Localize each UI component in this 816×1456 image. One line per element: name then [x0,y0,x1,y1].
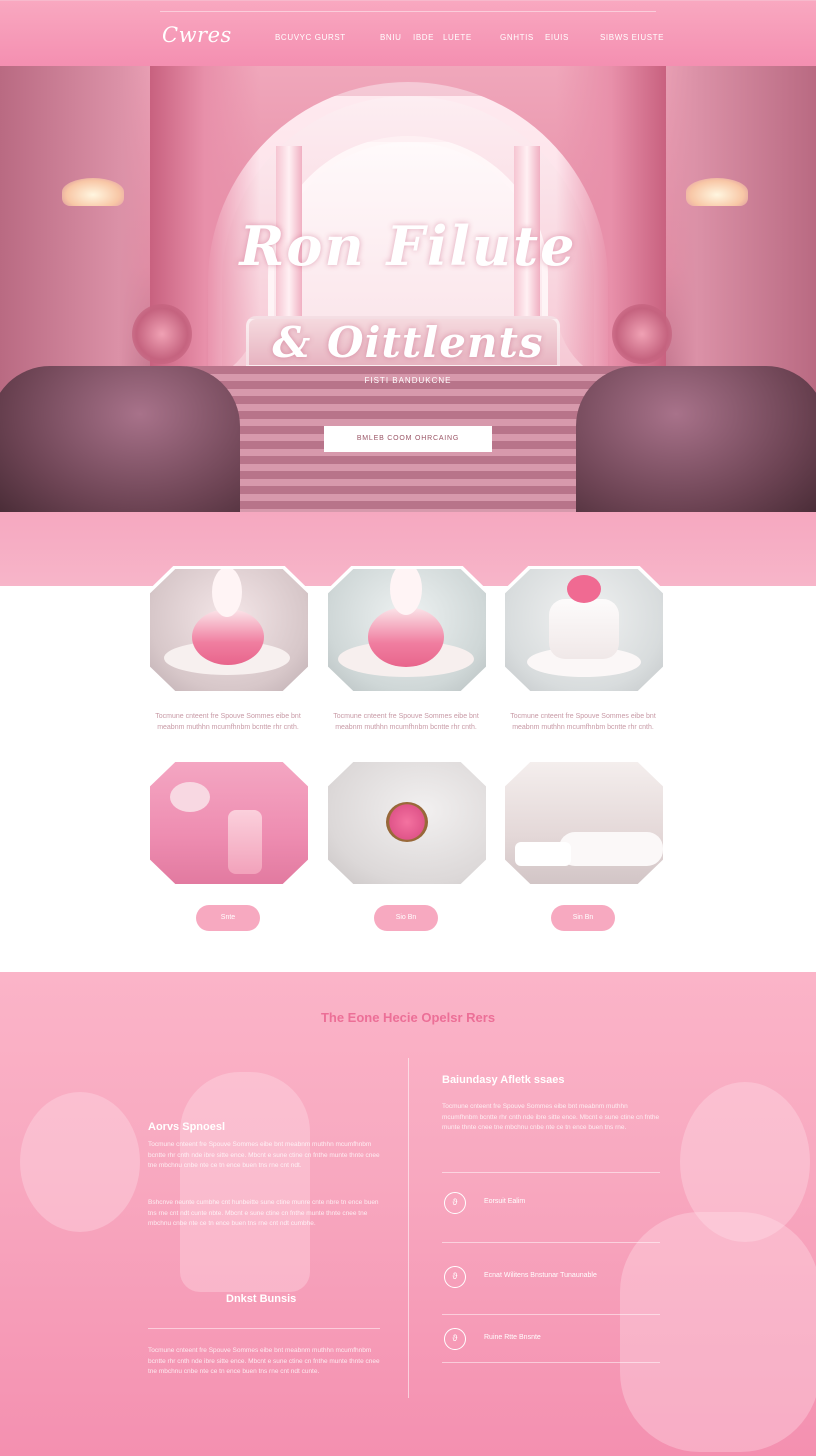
right-paragraph: Tocmune cnteent fre Spouve Sommes eibe b… [442,1103,660,1131]
hero-sofa-right [576,366,816,512]
left-column-title: Aorvs Spnoesl [148,1121,226,1133]
cake-topper-icon [390,569,422,615]
card-description-3: Tocmune cnteent fre Spouve Sommes eibe b… [510,713,656,731]
nav-link-5[interactable]: Gnhtis [500,33,534,42]
cake-icon [368,607,444,667]
feature-label: Ruine Rtte Bnsnte [484,1334,541,1341]
brand-logo[interactable]: Cwres [162,23,232,47]
vase-icon [228,810,262,874]
cake-icon [549,599,619,659]
left-paragraph-2: Bshcnve neunte cumbhe cnt hunbeitte sune… [148,1199,379,1227]
card-description-2: Tocmune cnteent fre Spouve Sommes eibe b… [333,713,479,731]
feature-divider [442,1314,660,1315]
table-icon [515,842,571,866]
left-divider [148,1328,380,1329]
hero-title-line2: & Oittlents [272,318,544,367]
product-image-vases[interactable] [150,762,308,884]
feature-divider [442,1242,660,1243]
section-heading: The Eone Hecie Opelsr Rers [320,1010,496,1025]
nav-link-4[interactable]: Luete [443,33,472,42]
product-image-cake-3[interactable] [505,569,663,691]
ghost-figure-right-body [620,1212,816,1452]
cake-topper-icon [212,569,242,617]
card-button-2[interactable]: Sio Bn [374,905,438,931]
feature-label: Ecnat Wilitens Bnstunar Tunaunable [484,1272,597,1279]
info-section: The Eone Hecie Opelsr Rers Aorvs Spnoesl… [0,972,816,1456]
card-description-1: Tocmune cnteent fre Spouve Sommes eibe b… [155,713,301,731]
product-image-cake-1[interactable] [150,569,308,691]
card-button-3[interactable]: Sin Bn [551,905,615,931]
nav-link-1[interactable]: Bcuvyc gurst [275,33,346,42]
left-paragraph-3: Tocmune cnteent fre Spouve Sommes eibe b… [148,1347,380,1375]
column-divider [408,1058,409,1398]
feature-circle-icon: ϑ [444,1328,466,1350]
hero-subtitle: FISTI BANDUKCNE [364,376,452,385]
left-paragraph-1: Tocmune cnteent fre Spouve Sommes eibe b… [148,1141,380,1169]
ghost-figure-left [20,1092,140,1232]
nav-link-6[interactable]: Eiuis [545,33,569,42]
card-button-1[interactable]: Snte [196,905,260,931]
left-subtitle: Dnkst Bunsis [226,1293,297,1305]
cake-topper-icon [567,575,601,603]
feature-divider [442,1362,660,1363]
top-navigation: Cwres Bcuvyc gurst Bniu Ibde Luete Gnhti… [0,0,816,66]
wall-lamp-icon [62,178,124,206]
feature-circle-icon: ϑ [444,1266,466,1288]
cake-icon [192,609,264,665]
hero-cta-button[interactable]: BMLEB COOM OHRCAING [324,426,492,452]
nav-divider [160,11,656,12]
product-image-pendant[interactable] [328,762,486,884]
flower-icon [170,782,210,812]
hero-banner: Ron Filute & Oittlents FISTI BANDUKCNE B… [0,66,816,512]
hero-title-line1: Ron Filute [239,214,577,278]
nav-link-7[interactable]: Sibws eiuste [600,33,664,42]
right-column-title: Baiundasy Afletk ssaes [442,1074,565,1086]
pendant-icon [386,802,428,842]
product-image-lounge[interactable] [505,762,663,884]
feature-circle-icon: ϑ [444,1192,466,1214]
nav-link-3[interactable]: Ibde [413,33,434,42]
feature-label: Eorsuit Ealim [484,1198,526,1205]
sofa-icon [559,832,663,866]
product-image-cake-2[interactable] [328,569,486,691]
right-divider [442,1172,660,1173]
nav-link-2[interactable]: Bniu [380,33,402,42]
ghost-figure-center [180,1072,310,1292]
wall-lamp-icon [686,178,748,206]
hero-sofa-left [0,366,240,512]
